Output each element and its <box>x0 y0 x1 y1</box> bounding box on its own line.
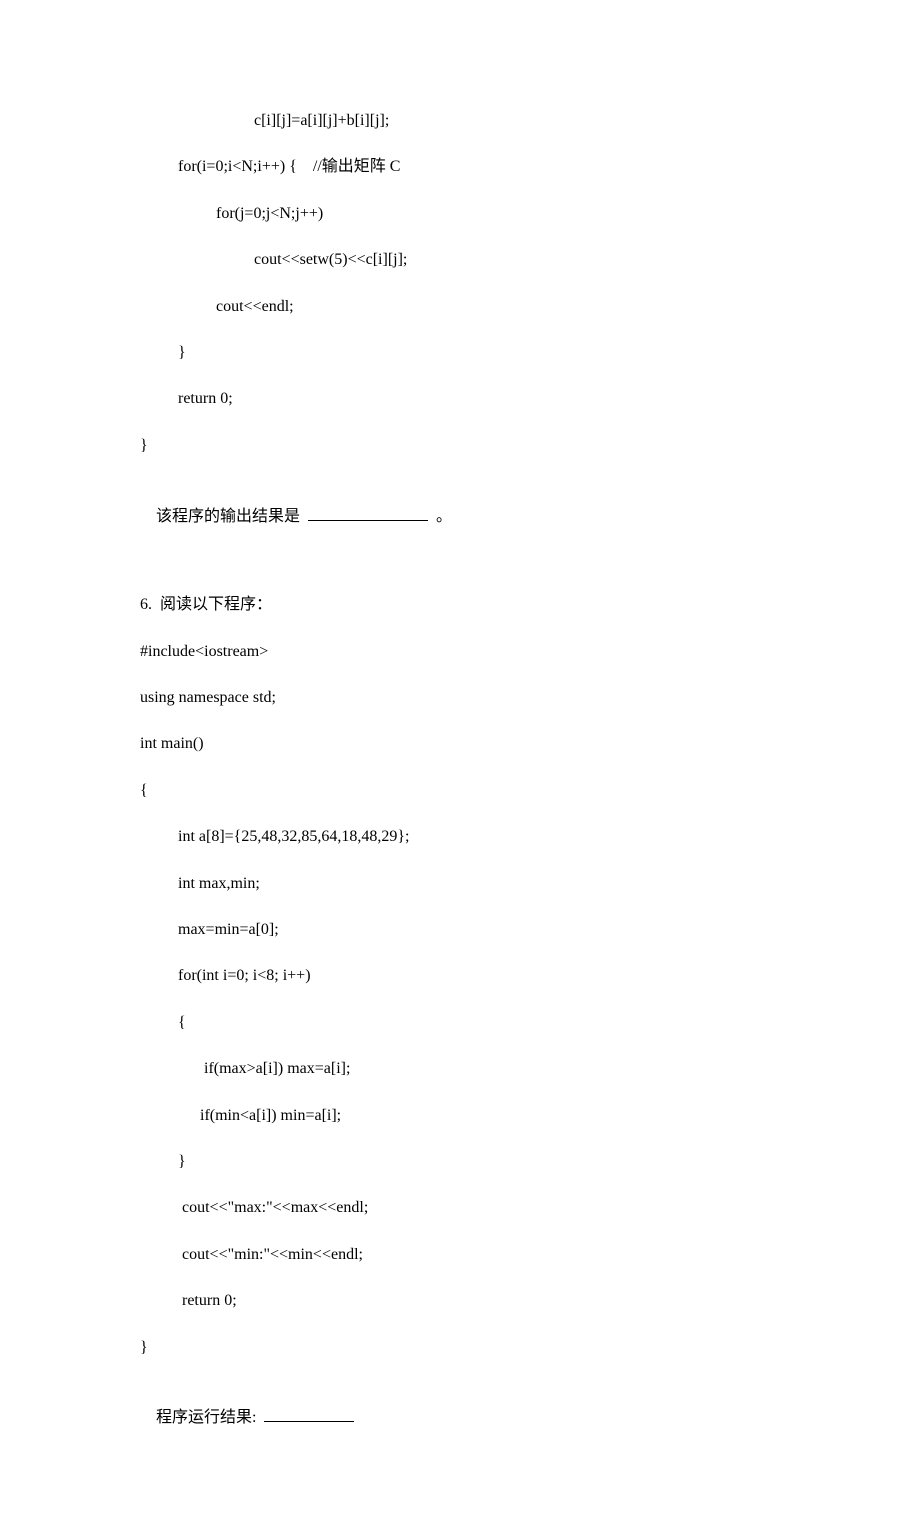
code-line: { <box>140 780 780 802</box>
code-line: { <box>140 1012 780 1034</box>
code-line: } <box>140 342 780 364</box>
code-line: for(i=0;i<N;i++) { //输出矩阵 C <box>140 156 780 178</box>
code-line: cout<<"min:"<<min<<endl; <box>140 1244 780 1266</box>
code-line: } <box>140 1337 780 1359</box>
code-line: if(min<a[i]) min=a[i]; <box>140 1105 780 1127</box>
code-line: max=min=a[0]; <box>140 919 780 941</box>
question-title: 6. 阅读以下程序： <box>140 594 780 616</box>
code-line: return 0; <box>140 1290 780 1312</box>
code-line: int main() <box>140 733 780 755</box>
code-line: cout<<endl; <box>140 296 780 318</box>
code-line: c[i][j]=a[i][j]+b[i][j]; <box>140 110 780 132</box>
fill-blank[interactable] <box>308 504 428 521</box>
question-text: 该程序的输出结果是 <box>156 508 304 525</box>
code-line: for(int i=0; i<8; i++) <box>140 965 780 987</box>
code-line: return 0; <box>140 388 780 410</box>
code-line: } <box>140 1151 780 1173</box>
question-line: 该程序的输出结果是 。 <box>140 481 780 550</box>
fill-blank[interactable] <box>264 1405 354 1422</box>
code-line: cout<<"max:"<<max<<endl; <box>140 1197 780 1219</box>
code-line: #include<iostream> <box>140 641 780 663</box>
code-line: } <box>140 435 780 457</box>
code-line: cout<<setw(5)<<c[i][j]; <box>140 249 780 271</box>
question-text: 程序运行结果: <box>156 1409 260 1426</box>
code-line: int a[8]={25,48,32,85,64,18,48,29}; <box>140 826 780 848</box>
code-line: int max,min; <box>140 873 780 895</box>
spacer <box>140 574 780 594</box>
document-page: c[i][j]=a[i][j]+b[i][j]; for(i=0;i<N;i++… <box>0 0 920 1536</box>
question-line: 程序运行结果: <box>140 1383 780 1452</box>
code-line: for(j=0;j<N;j++) <box>140 203 780 225</box>
code-line: using namespace std; <box>140 687 780 709</box>
question-text-end: 。 <box>432 508 452 525</box>
code-line: if(max>a[i]) max=a[i]; <box>140 1058 780 1080</box>
